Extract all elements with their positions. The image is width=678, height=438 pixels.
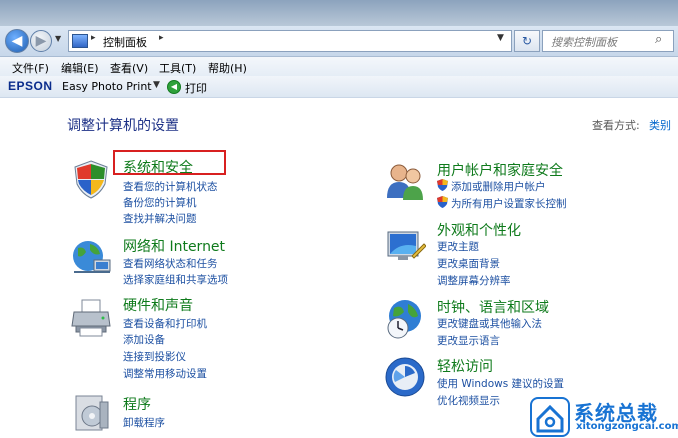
breadcrumb-separator-icon[interactable]: ▸ (91, 33, 96, 43)
search-placeholder: 搜索控制面板 (551, 36, 617, 49)
ease-of-access-icon[interactable] (384, 356, 426, 398)
category-user-accounts[interactable]: 用户帐户和家庭安全 (437, 160, 563, 180)
link-change-input-method[interactable]: 更改键盘或其他输入法 (437, 316, 542, 331)
programs-icon[interactable] (70, 392, 112, 434)
link-mobility-settings[interactable]: 调整常用移动设置 (123, 366, 207, 381)
link-optimize-video[interactable]: 优化视频显示 (437, 393, 500, 408)
category-appearance[interactable]: 外观和个性化 (437, 220, 521, 240)
print-button[interactable]: 打印 (185, 80, 207, 96)
menu-edit[interactable]: 编辑(E) (61, 60, 99, 76)
link-backup-computer[interactable]: 备份您的计算机 (123, 195, 197, 210)
link-homegroup-sharing[interactable]: 选择家庭组和共享选项 (123, 272, 228, 287)
refresh-button[interactable]: ↻ (514, 30, 540, 52)
category-system-security[interactable]: 系统和安全 (123, 157, 193, 177)
view-by-dropdown[interactable]: 类别 (649, 117, 671, 133)
address-bar[interactable]: ▸ 控制面板 ▸ ▼ (68, 30, 512, 52)
forward-arrow-icon: ▶ (35, 33, 47, 49)
user-accounts-icon[interactable] (384, 160, 426, 202)
uac-shield-icon (437, 196, 448, 208)
category-network-internet[interactable]: 网络和 Internet (123, 236, 225, 256)
menu-view[interactable]: 查看(V) (110, 60, 148, 76)
menu-tools[interactable]: 工具(T) (159, 60, 196, 76)
link-desktop-background[interactable]: 更改桌面背景 (437, 256, 500, 271)
category-ease-of-access[interactable]: 轻松访问 (437, 356, 493, 376)
back-arrow-icon: ◀ (11, 33, 23, 49)
address-dropdown-icon[interactable]: ▼ (497, 33, 504, 43)
menu-file[interactable]: 文件(F) (12, 60, 49, 76)
link-uninstall-program[interactable]: 卸载程序 (123, 415, 165, 430)
link-troubleshoot[interactable]: 查找并解决问题 (123, 211, 197, 226)
link-screen-resolution[interactable]: 调整屏幕分辨率 (437, 273, 511, 288)
window-titlebar (0, 0, 678, 26)
forward-button[interactable]: ▶ (30, 30, 52, 52)
link-change-theme[interactable]: 更改主题 (437, 239, 479, 254)
epson-dropdown-icon[interactable]: ▼ (153, 80, 160, 90)
link-connect-projector[interactable]: 连接到投影仪 (123, 349, 186, 364)
print-icon[interactable]: ◀ (167, 80, 181, 94)
appearance-monitor-icon[interactable] (384, 226, 426, 268)
search-icon[interactable]: ⌕ (655, 32, 662, 47)
recent-pages-dropdown-icon[interactable]: ▼ (55, 32, 65, 46)
watermark-logo-icon (530, 397, 570, 437)
menu-help[interactable]: 帮助(H) (208, 60, 247, 76)
breadcrumb-control-panel[interactable]: 控制面板 (103, 34, 147, 50)
link-network-status[interactable]: 查看网络状态和任务 (123, 256, 218, 271)
epson-toolbar: EPSON Easy Photo Print ▼ ◀ 打印 (0, 76, 678, 98)
printer-icon[interactable] (70, 296, 112, 338)
category-hardware-sound[interactable]: 硬件和声音 (123, 295, 193, 315)
search-input[interactable]: 搜索控制面板 ⌕ (542, 30, 674, 52)
watermark-url: xitongzongcai.com (576, 421, 678, 432)
epson-logo: EPSON (8, 79, 53, 93)
link-change-display-language[interactable]: 更改显示语言 (437, 333, 500, 348)
view-by-label: 查看方式: (592, 119, 640, 132)
system-security-shield-icon[interactable] (70, 158, 112, 200)
epson-app-button[interactable]: Easy Photo Print (62, 80, 152, 93)
network-globe-icon[interactable] (70, 236, 112, 278)
link-view-computer-status[interactable]: 查看您的计算机状态 (123, 179, 218, 194)
link-recommended-settings[interactable]: 使用 Windows 建议的设置 (437, 376, 564, 391)
address-toolbar: ◀ ▶ ▼ ▸ 控制面板 ▸ ▼ ↻ 搜索控制面板 ⌕ (0, 26, 678, 57)
control-panel-icon (72, 34, 88, 48)
category-clock-language-region[interactable]: 时钟、语言和区域 (437, 297, 549, 317)
back-button[interactable]: ◀ (5, 29, 29, 53)
clock-region-globe-icon[interactable] (384, 298, 426, 340)
link-add-remove-users[interactable]: 添加或删除用户帐户 (451, 179, 546, 194)
uac-shield-icon (437, 179, 448, 191)
breadcrumb-separator-icon[interactable]: ▸ (159, 33, 164, 43)
category-programs[interactable]: 程序 (123, 394, 151, 414)
page-title: 调整计算机的设置 (67, 118, 179, 134)
link-parental-controls[interactable]: 为所有用户设置家长控制 (451, 196, 567, 211)
refresh-icon: ↻ (521, 34, 533, 48)
link-add-device[interactable]: 添加设备 (123, 332, 165, 347)
link-devices-printers[interactable]: 查看设备和打印机 (123, 316, 207, 331)
menu-bar: 文件(F) 编辑(E) 查看(V) 工具(T) 帮助(H) (0, 57, 678, 76)
